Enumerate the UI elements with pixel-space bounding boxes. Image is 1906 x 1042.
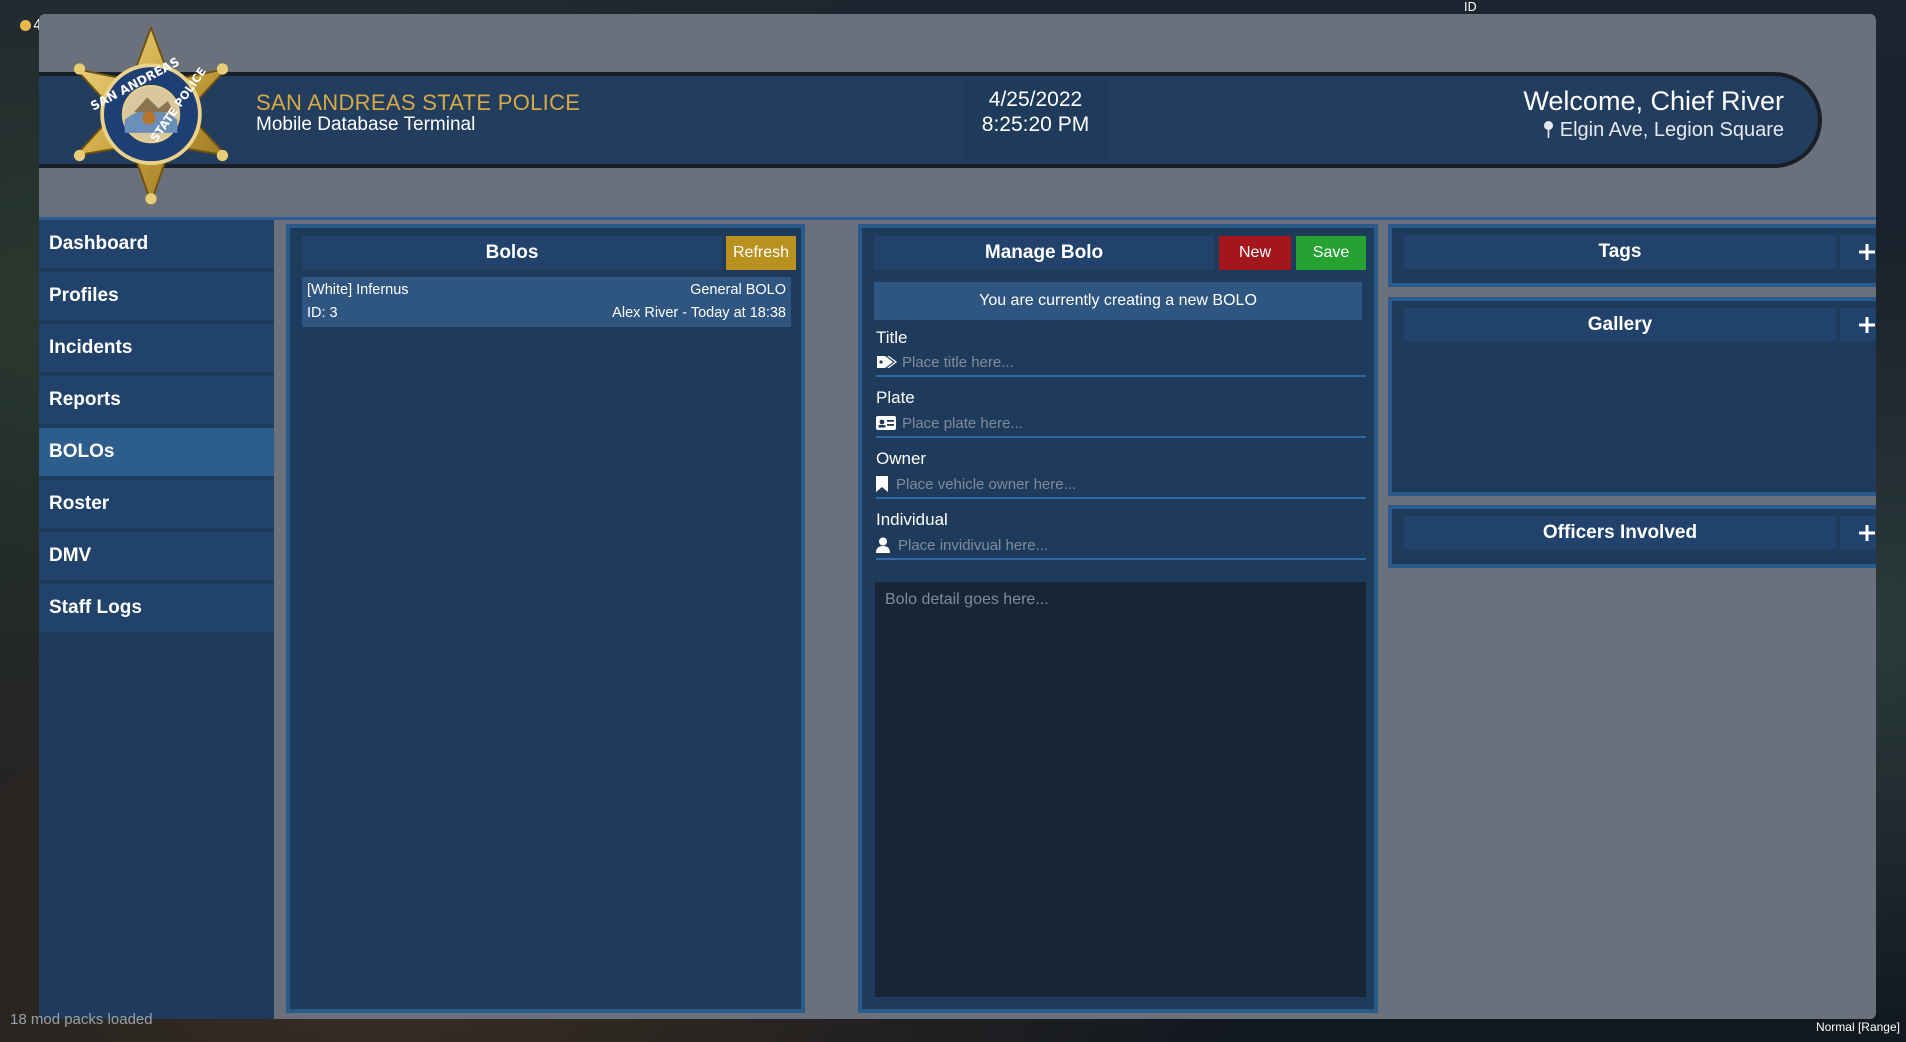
org-name: SAN ANDREAS STATE POLICE [256, 90, 581, 115]
plus-icon [1859, 317, 1875, 333]
plate-label: Plate [876, 388, 915, 407]
bolos-panel-title: Bolos [302, 236, 722, 270]
owner-field [876, 471, 1366, 499]
bolos-panel: Bolos Refresh [White] Infernus General B… [286, 224, 805, 1013]
owner-label: Owner [876, 449, 927, 468]
location-label: Elgin Ave, Legion Square [1559, 119, 1784, 141]
add-gallery-image-button[interactable] [1840, 308, 1876, 342]
plus-icon [1859, 525, 1875, 541]
sidebar-item-label: Profiles [49, 285, 119, 306]
sidebar-item-label: Roster [49, 493, 110, 514]
sidebar-item-label: Incidents [49, 337, 133, 358]
current-date: 4/25/2022 [988, 88, 1083, 111]
plate-input[interactable] [902, 414, 1366, 432]
mdt-window: SAN ANDREAS STATE POLICE SAN ANDREAS STA… [39, 14, 1876, 1019]
owner-input[interactable] [896, 475, 1366, 493]
sidebar-item-label: DMV [49, 545, 92, 566]
status-dot-icon [20, 20, 31, 31]
mod-packs-status: 18 mod packs loaded [10, 1011, 153, 1028]
plus-icon [1859, 244, 1875, 260]
location-text: Elgin Ave, Legion Square [1523, 119, 1784, 142]
add-tag-button[interactable] [1840, 235, 1876, 269]
individual-label: Individual [876, 510, 948, 529]
save-bolo-button[interactable]: Save [1296, 236, 1366, 270]
org-subtitle: Mobile Database Terminal [256, 114, 476, 135]
sidebar-item-profiles[interactable]: Profiles [39, 272, 274, 320]
voice-range-indicator: Normal [Range] [1815, 1020, 1900, 1034]
plate-field [876, 410, 1366, 438]
new-bolo-button[interactable]: New [1219, 236, 1291, 270]
police-star-badge-icon: SAN ANDREAS STATE POLICE [73, 24, 229, 206]
sidebar-item-label: Reports [49, 389, 121, 410]
sidebar-item-staff-logs[interactable]: Staff Logs [39, 584, 274, 632]
welcome-text: Welcome, Chief River [1523, 86, 1784, 116]
sidebar-item-label: BOLOs [49, 441, 115, 462]
bolo-item-author-time: Alex River - Today at 18:38 [612, 305, 786, 321]
officers-involved-title: Officers Involved [1404, 516, 1836, 550]
tags-title: Tags [1404, 235, 1836, 269]
sidebar-item-bolos[interactable]: BOLOs [39, 428, 274, 476]
tags-panel: Tags [1388, 224, 1876, 287]
bolo-detail-textarea[interactable] [875, 582, 1366, 997]
bookmark-icon [876, 475, 892, 493]
current-time: 8:25:20 PM [981, 113, 1090, 136]
bolo-item-title: [White] Infernus [307, 282, 409, 298]
sidebar-item-dashboard[interactable]: Dashboard [39, 220, 274, 268]
individual-input[interactable] [898, 536, 1366, 554]
gallery-panel: Gallery [1388, 297, 1876, 496]
datetime-box: 4/25/2022 8:25:20 PM [962, 80, 1109, 160]
manage-bolo-panel: Manage Bolo New Save You are currently c… [858, 224, 1378, 1013]
top-id-label: ID [1464, 0, 1477, 14]
map-pin-icon [1543, 121, 1553, 138]
individual-field [876, 532, 1366, 560]
title-field [876, 349, 1366, 377]
main-content: Bolos Refresh [White] Infernus General B… [278, 220, 1876, 1019]
sidebar-item-roster[interactable]: Roster [39, 480, 274, 528]
sidebar-item-reports[interactable]: Reports [39, 376, 274, 424]
tags-icon [876, 353, 898, 371]
sidebar-nav: Dashboard Profiles Incidents Reports BOL… [39, 220, 274, 1019]
sidebar-item-label: Staff Logs [49, 597, 142, 618]
user-icon [876, 536, 894, 554]
sidebar-item-dmv[interactable]: DMV [39, 532, 274, 580]
bolo-item-type: General BOLO [690, 282, 786, 298]
welcome-block: Welcome, Chief River Elgin Ave, Legion S… [1523, 86, 1784, 142]
officers-involved-panel: Officers Involved [1388, 505, 1876, 568]
manage-bolo-title: Manage Bolo [874, 236, 1214, 270]
title-input[interactable] [902, 353, 1366, 371]
bolo-item-id: ID: 3 [307, 305, 338, 321]
bolo-list-item[interactable]: [White] Infernus General BOLO ID: 3 Alex… [302, 277, 791, 327]
gallery-title: Gallery [1404, 308, 1836, 342]
refresh-button[interactable]: Refresh [726, 236, 796, 270]
sidebar-item-label: Dashboard [49, 233, 149, 254]
add-officer-button[interactable] [1840, 516, 1876, 550]
sidebar-item-incidents[interactable]: Incidents [39, 324, 274, 372]
id-card-icon [876, 414, 898, 432]
creating-notice: You are currently creating a new BOLO [874, 282, 1362, 320]
title-label: Title [876, 328, 908, 347]
